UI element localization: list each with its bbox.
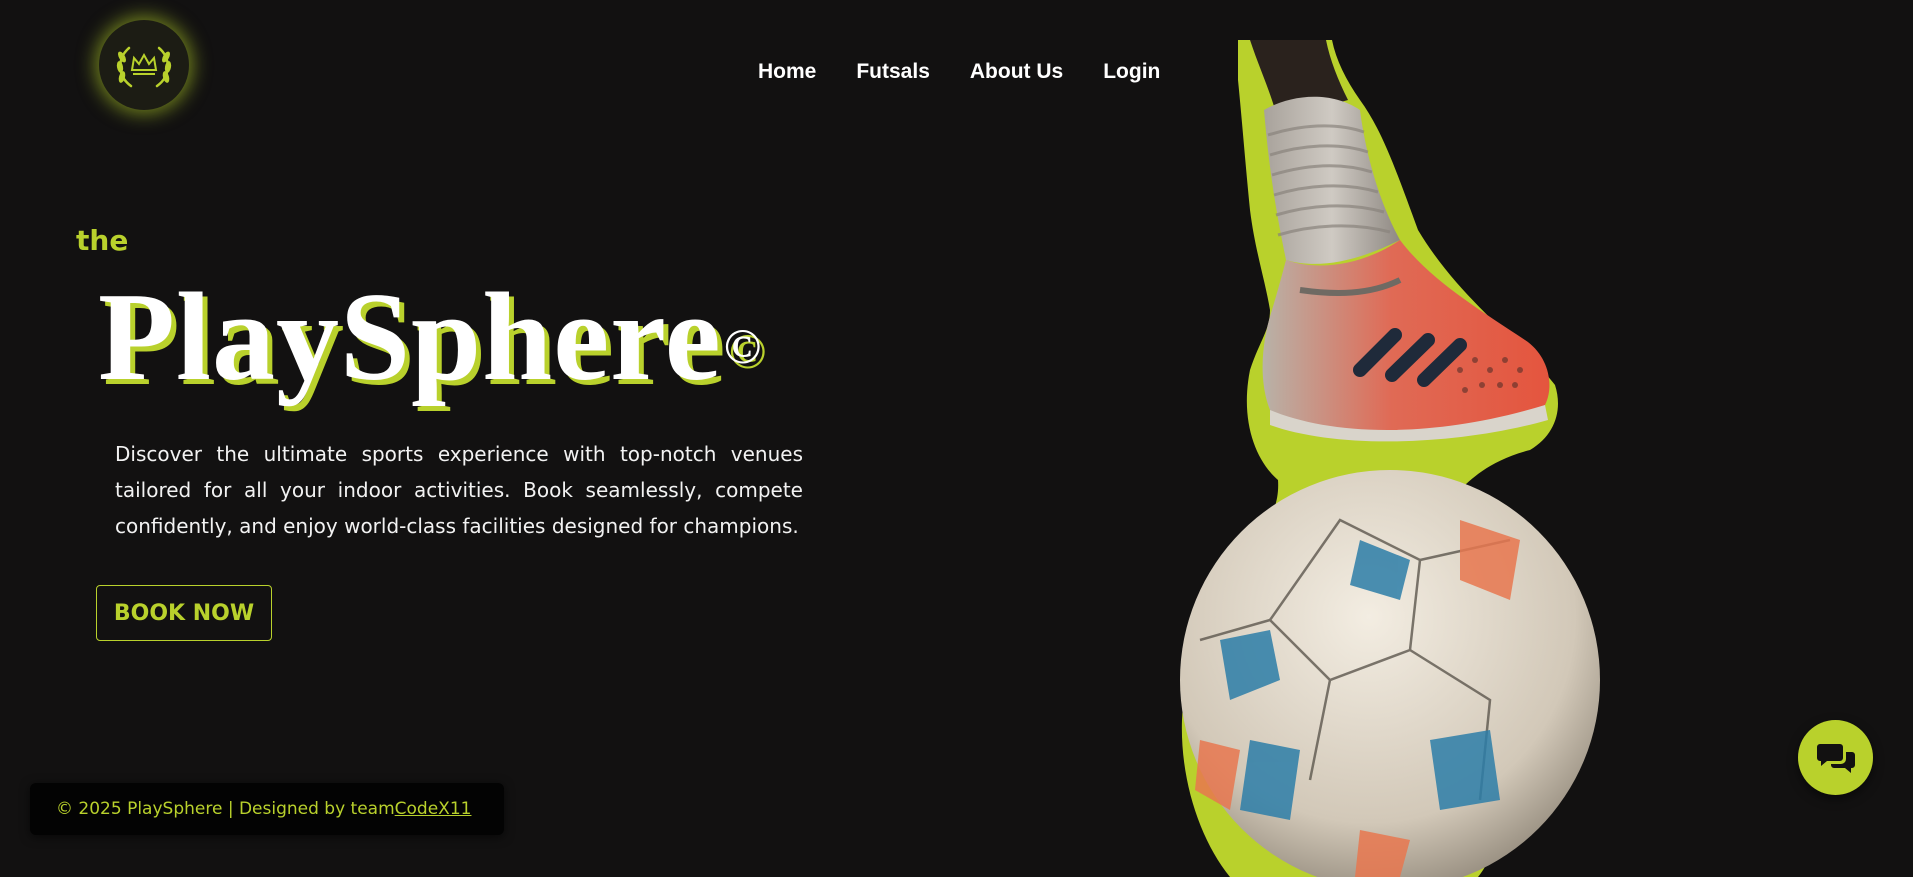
chat-bubbles-icon [1816,743,1855,773]
hero-title-text: PlaySphere [98,268,722,407]
football-boot-on-ball-image [1180,40,1600,877]
nav-about-us[interactable]: About Us [970,58,1063,86]
logo[interactable] [99,20,189,110]
nav-futsals[interactable]: Futsals [856,58,930,86]
hero-description: Discover the ultimate sports experience … [115,442,803,538]
main-nav: Home Futsals About Us Login [758,58,1160,86]
laurel-crown-icon [116,46,172,88]
book-now-button[interactable]: BOOK NOW [96,585,272,641]
hero-pretitle: the [76,224,129,257]
nav-login[interactable]: Login [1103,58,1160,86]
copyright-mark: © [723,318,763,374]
footer-team-link[interactable]: CodeX11 [395,799,472,819]
footer-credit: © 2025 PlaySphere | Designed by team Cod… [30,783,504,835]
chat-button[interactable] [1798,720,1873,795]
nav-home[interactable]: Home [758,58,816,86]
footer-text: © 2025 PlaySphere | Designed by team [56,799,395,819]
hero-title: PlaySphere© [98,268,762,408]
